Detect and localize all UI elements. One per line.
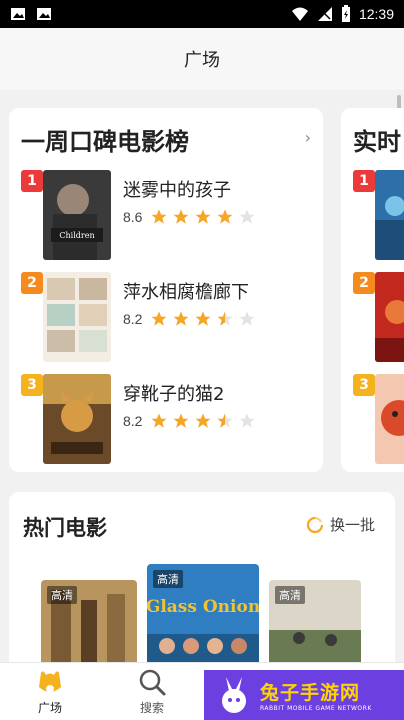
star-full-icon [173,311,189,326]
movie-poster[interactable]: 高清 [269,580,361,670]
movie-poster[interactable]: Glass Onion 高清 [147,564,259,670]
star-full-icon [195,413,211,428]
movie-poster[interactable] [375,272,404,362]
rank-badge: 2 [21,272,43,294]
rating-score: 8.2 [123,413,143,429]
rabbit-logo-icon [222,677,246,713]
refresh-label: 换一批 [329,516,375,534]
star-empty-icon [239,413,255,428]
photo-notification-icon [37,8,51,20]
movie-poster[interactable] [375,170,404,260]
hot-movies-title: 热门电影 [23,516,107,540]
wifi-icon [291,7,308,21]
hd-badge: 高清 [47,586,77,604]
svg-text:Glass Onion: Glass Onion [147,597,259,617]
status-time: 12:39 [358,6,394,22]
rating-row: 8.2 [123,310,256,328]
rating-row: 8.6 [123,208,256,226]
hd-badge: 高清 [275,586,305,604]
movie-poster[interactable] [43,272,111,362]
watermark-subtext: RABBIT MOBILE GAME NETWORK [260,705,372,712]
star-empty-icon [239,209,255,224]
rank-badge: 3 [21,374,43,396]
hd-badge: 高清 [153,570,183,588]
ranking-item-2[interactable]: 2 萍水相腐檐廊下 8.2 [21,272,311,364]
star-half-icon [217,413,233,428]
nav-label: 搜索 [139,701,164,715]
star-empty-icon [239,311,255,326]
realtime-card-title: 实时 [353,128,401,156]
chevron-right-icon[interactable]: › [305,128,311,147]
star-full-icon [151,209,167,224]
refresh-button[interactable]: 换一批 [306,514,375,535]
nav-tab-plaza[interactable]: 广场 [20,667,80,716]
signal-icon [317,7,332,21]
image-notification-icon [11,8,25,20]
nav-label: 广场 [37,701,62,715]
rank-badge: 1 [21,170,43,192]
plaza-icon [39,671,61,693]
status-bar: 12:39 [0,0,404,28]
refresh-icon [306,516,324,533]
movie-poster[interactable] [375,374,404,464]
rating-score: 8.2 [123,311,143,327]
rating-score: 8.6 [123,209,143,225]
star-full-icon [151,413,167,428]
svg-text:Children: Children [59,231,94,240]
rating-row: 8.2 [123,412,256,430]
watermark-text: 兔子手游网 [260,682,361,704]
watermark-banner: 兔子手游网 RABBIT MOBILE GAME NETWORK [204,670,404,720]
ranking-card-title: 一周口碑电影榜 [21,128,189,156]
star-full-icon [195,311,211,326]
movie-poster[interactable]: Children [43,170,111,260]
star-full-icon [151,311,167,326]
star-full-icon [217,209,233,224]
movie-poster[interactable] [43,374,111,464]
search-icon [139,669,166,696]
rank-badge: 3 [353,374,375,396]
top-app-bar: 广场 [0,28,404,90]
star-full-icon [173,413,189,428]
star-half-icon [217,311,233,326]
star-full-icon [173,209,189,224]
rank-badge: 1 [353,170,375,192]
movie-poster[interactable]: 高清 [41,580,137,670]
weekly-ranking-card[interactable]: 一周口碑电影榜 › 1 Children 迷雾中的孩子 8.6 2 萍水相腐檐廊… [9,108,323,472]
ranking-item-1[interactable]: 1 Children 迷雾中的孩子 8.6 [21,170,311,262]
battery-icon [341,5,350,22]
rank-badge: 2 [353,272,375,294]
movie-title: 穿靴子的猫2 [123,384,225,405]
movie-title: 萍水相腐檐廊下 [123,282,249,303]
movie-title: 迷雾中的孩子 [123,180,231,201]
page-title: 广场 [184,50,220,71]
ranking-item-3[interactable]: 3 穿靴子的猫2 8.2 [21,374,311,466]
nav-tab-search[interactable]: 搜索 [122,667,182,716]
star-full-icon [195,209,211,224]
realtime-ranking-card[interactable]: 实时 1 2 3 [341,108,404,472]
